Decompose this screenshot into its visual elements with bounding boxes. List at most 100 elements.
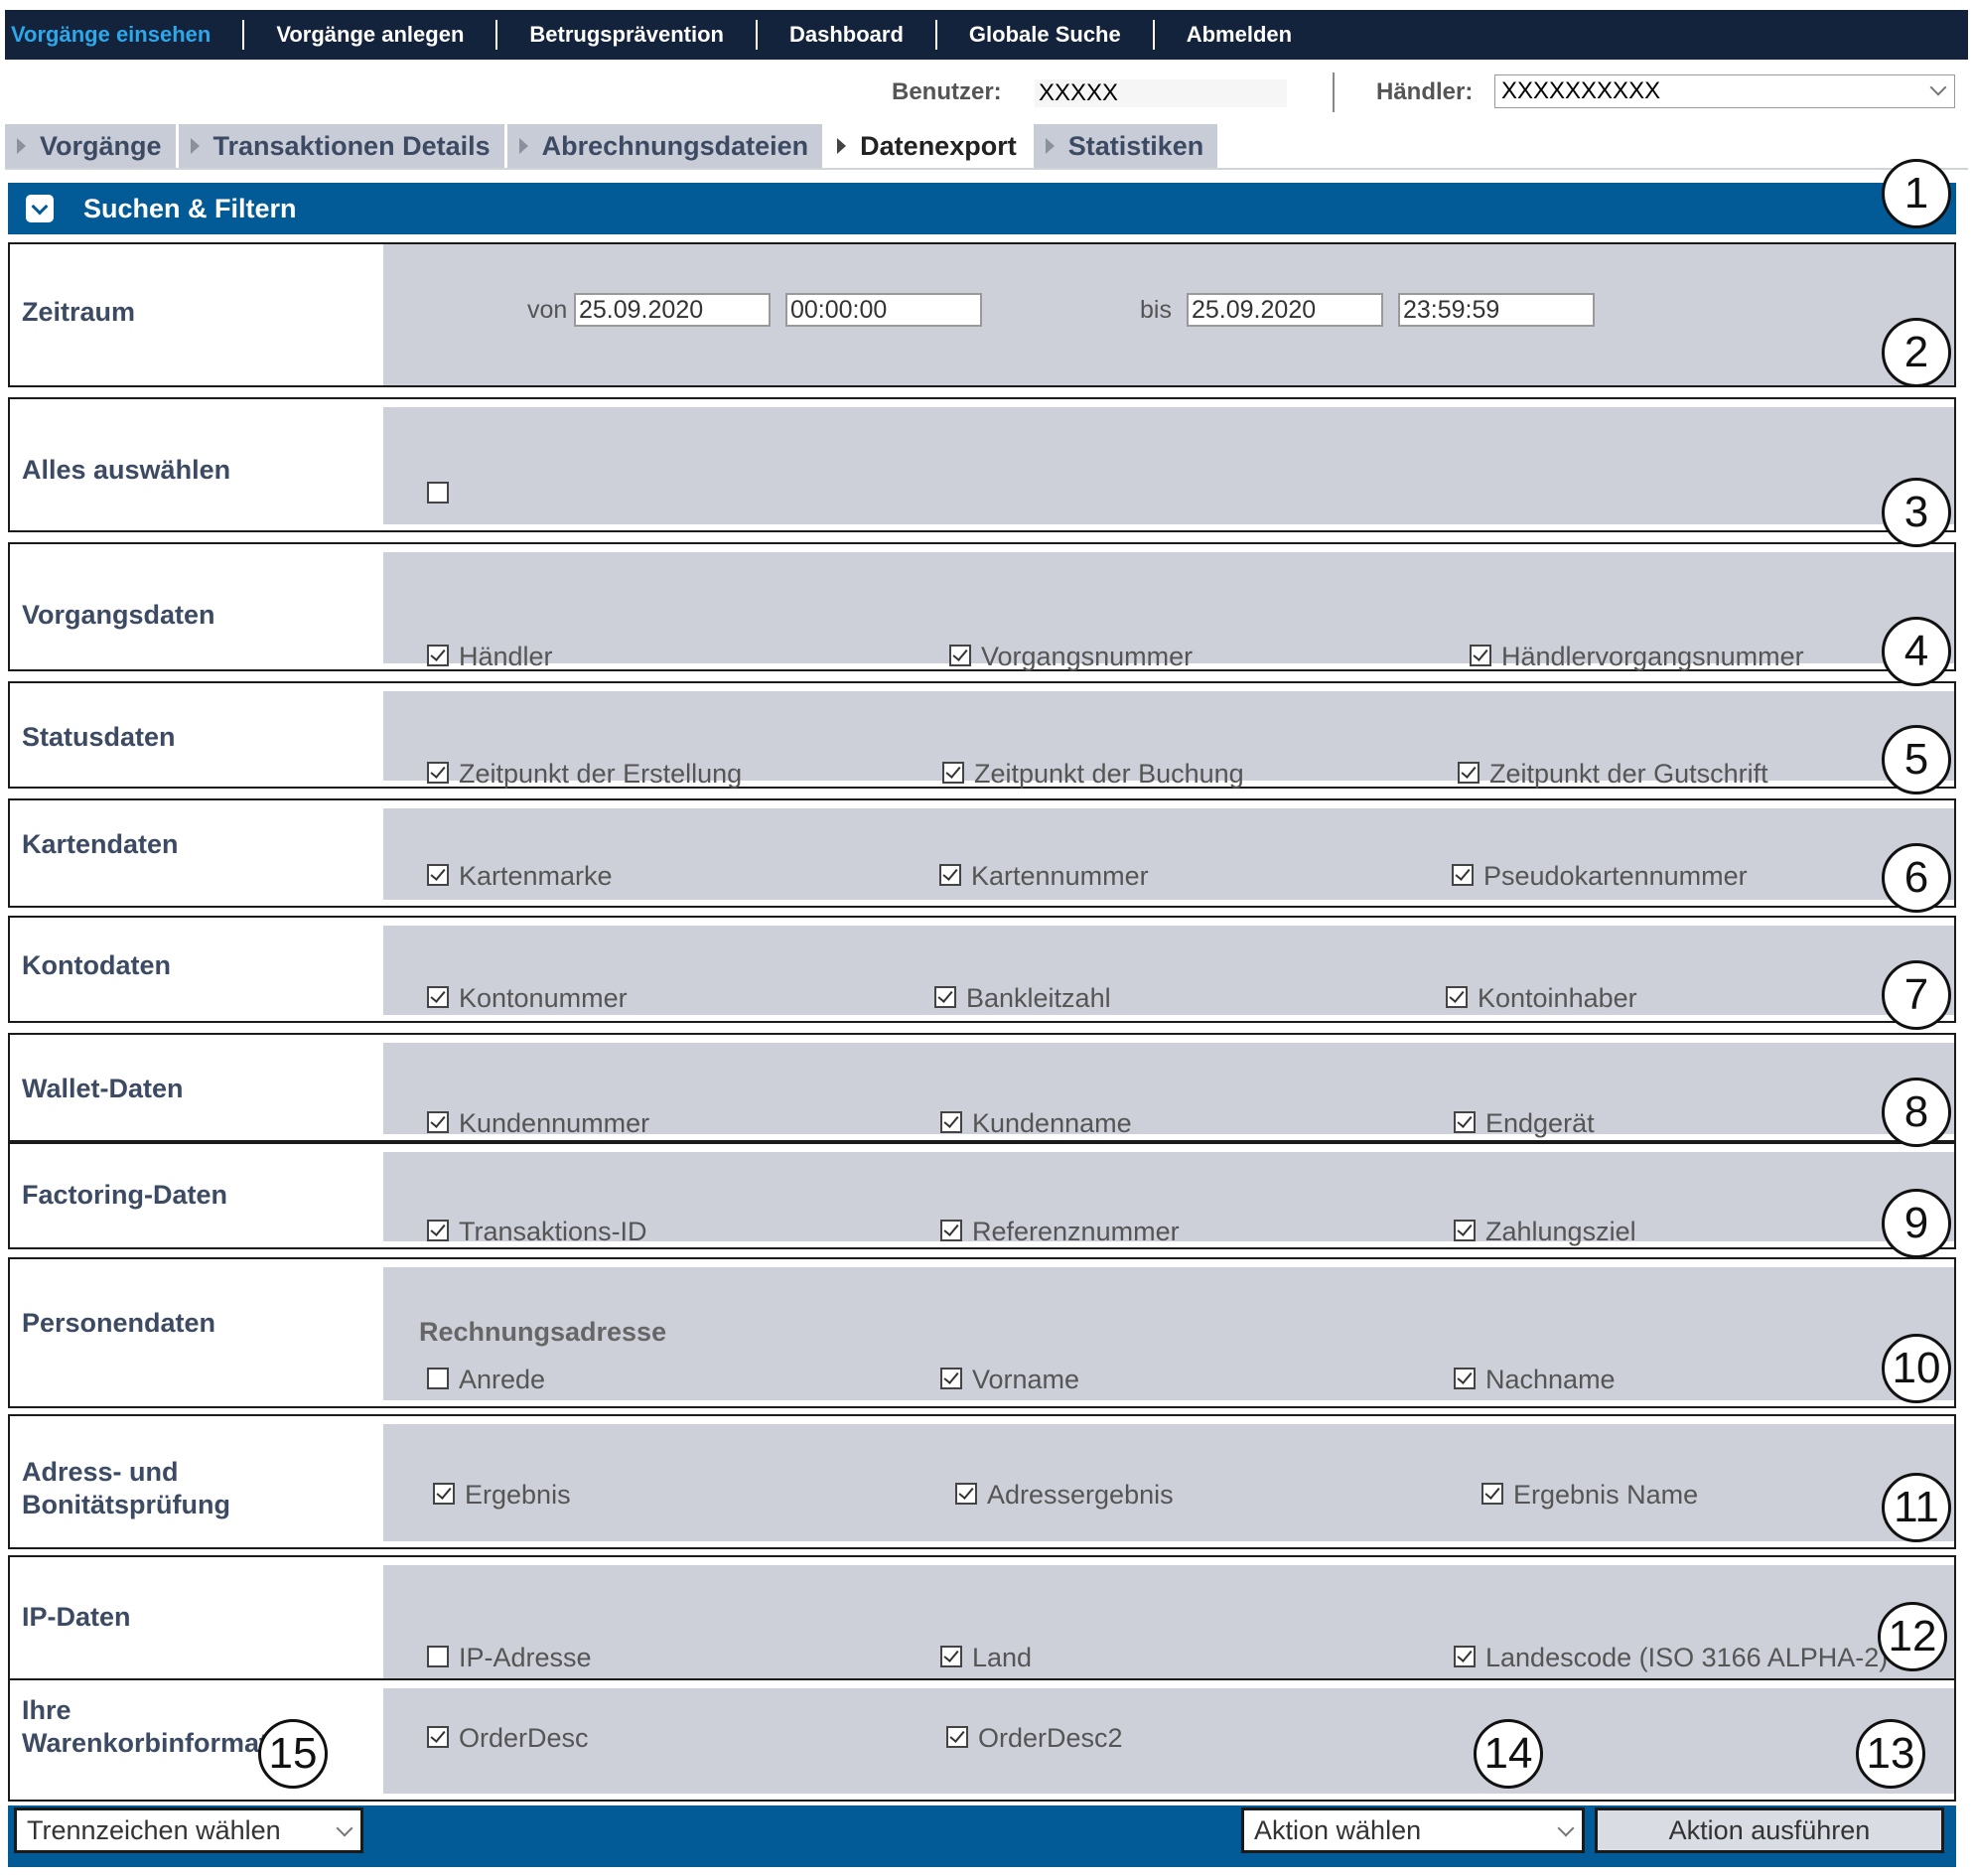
- field-checkbox[interactable]: IP-Adresse: [427, 1643, 592, 1673]
- checkbox-checked-icon[interactable]: [427, 761, 449, 784]
- tab-statistiken[interactable]: Statistiken: [1033, 124, 1218, 168]
- field-checkbox[interactable]: Endgerät: [1454, 1108, 1595, 1139]
- checkbox-checked-icon[interactable]: [955, 1482, 977, 1505]
- checkbox-checked-icon[interactable]: [427, 1219, 449, 1241]
- checkbox-checked-icon[interactable]: [427, 985, 449, 1008]
- row-label-text: Vorgangsdaten: [22, 600, 215, 630]
- checkbox-label: Zahlungsziel: [1485, 1217, 1636, 1246]
- field-checkbox[interactable]: Adressergebnis: [955, 1480, 1174, 1511]
- search-filter-header[interactable]: Suchen & Filtern: [8, 183, 1956, 234]
- checkbox-checked-icon[interactable]: [940, 1219, 962, 1241]
- checkbox-unchecked-icon[interactable]: [427, 1367, 449, 1389]
- field-checkbox[interactable]: Landescode (ISO 3166 ALPHA-2): [1454, 1643, 1888, 1673]
- field-checkbox[interactable]: Zahlungsziel: [1454, 1217, 1636, 1247]
- nav-vorgaenge-einsehen[interactable]: Vorgänge einsehen: [5, 20, 245, 50]
- checkbox-checked-icon[interactable]: [1458, 761, 1480, 784]
- row-label: Kartendaten: [10, 800, 379, 906]
- tab-vorgaenge[interactable]: Vorgänge: [5, 124, 176, 168]
- checkbox-checked-icon[interactable]: [427, 863, 449, 886]
- time-to-input[interactable]: 23:59:59: [1398, 293, 1595, 327]
- checkbox-checked-icon[interactable]: [942, 761, 964, 784]
- nav-globale-suche[interactable]: Globale Suche: [937, 20, 1155, 50]
- checkbox-label: Pseudokartennummer: [1483, 861, 1748, 891]
- field-checkbox[interactable]: OrderDesc2: [946, 1723, 1123, 1754]
- field-checkbox[interactable]: Ergebnis Name: [1481, 1480, 1698, 1511]
- checkbox-checked-icon[interactable]: [427, 1725, 449, 1748]
- checkbox-checked-icon[interactable]: [1454, 1219, 1476, 1241]
- date-from-input[interactable]: 25.09.2020: [574, 293, 771, 327]
- separator-select[interactable]: Trennzeichen wählen: [14, 1807, 363, 1853]
- checkbox-label: Kundennummer: [459, 1108, 650, 1138]
- field-checkbox[interactable]: Händler: [427, 642, 553, 672]
- checkbox-label: Landescode (ISO 3166 ALPHA-2): [1485, 1643, 1889, 1672]
- row-content: Zeitpunkt der Erstellung Zeitpunkt der Bu…: [383, 691, 1954, 789]
- checkbox-checked-icon[interactable]: [1454, 1110, 1476, 1133]
- checkbox-checked-icon[interactable]: [940, 1110, 962, 1133]
- nav-abmelden[interactable]: Abmelden: [1155, 20, 1324, 50]
- checkbox-checked-icon[interactable]: [1454, 1645, 1476, 1667]
- checkbox-checked-icon[interactable]: [427, 644, 449, 666]
- merchant-select[interactable]: XXXXXXXXXX: [1494, 74, 1955, 108]
- field-checkbox[interactable]: Kontonummer: [427, 983, 628, 1014]
- action-select[interactable]: Aktion wählen: [1241, 1807, 1585, 1853]
- field-checkbox[interactable]: Pseudokartennummer: [1452, 861, 1748, 892]
- field-checkbox[interactable]: OrderDesc: [427, 1723, 589, 1754]
- date-to-input[interactable]: 25.09.2020: [1187, 293, 1383, 327]
- field-checkbox[interactable]: Zeitpunkt der Buchung: [942, 759, 1244, 790]
- row-content: Händler Vorgangsnummer Händlervorgangsnumm…: [383, 552, 1954, 671]
- callout-number: 4: [1882, 617, 1951, 686]
- checkbox-unchecked-icon[interactable]: [427, 1645, 449, 1667]
- field-checkbox[interactable]: Kontoinhaber: [1446, 983, 1637, 1014]
- field-checkbox[interactable]: Kundenname: [940, 1108, 1132, 1139]
- field-checkbox[interactable]: Referenznummer: [940, 1217, 1180, 1247]
- field-checkbox[interactable]: Land: [940, 1643, 1032, 1673]
- select-all-checkbox[interactable]: [427, 479, 459, 509]
- checkbox-checked-icon[interactable]: [433, 1482, 455, 1505]
- checkbox-checked-icon[interactable]: [1470, 644, 1491, 666]
- field-checkbox[interactable]: Kartennummer: [939, 861, 1149, 892]
- checkbox-checked-icon[interactable]: [939, 863, 961, 886]
- tab-label: Datenexport: [860, 131, 1017, 161]
- tab-abrechnungsdateien[interactable]: Abrechnungsdateien: [506, 124, 823, 168]
- nav-dashboard[interactable]: Dashboard: [758, 20, 937, 50]
- time-from-input[interactable]: 00:00:00: [785, 293, 982, 327]
- checkbox-checked-icon[interactable]: [1454, 1367, 1476, 1389]
- checkbox-label: Bankleitzahl: [966, 983, 1111, 1013]
- field-checkbox[interactable]: Anrede: [427, 1365, 545, 1395]
- checkbox-checked-icon[interactable]: [940, 1367, 962, 1389]
- checkbox-checked-icon[interactable]: [427, 1110, 449, 1133]
- tab-transaktionen-details[interactable]: Transaktionen Details: [178, 124, 504, 168]
- tab-label: Abrechnungsdateien: [541, 131, 809, 161]
- row-label-text: Personendaten: [22, 1308, 216, 1338]
- field-checkbox[interactable]: Vorgangsnummer: [949, 642, 1193, 672]
- checkbox-label: Händler: [459, 642, 553, 671]
- nav-betrugspraevention[interactable]: Betrugsprävention: [497, 20, 758, 50]
- collapse-icon[interactable]: [26, 195, 54, 222]
- row-content: von 25.09.2020 00:00:00 bis 25.09.2020 2…: [383, 244, 1954, 385]
- execute-action-button[interactable]: Aktion ausführen: [1595, 1807, 1944, 1853]
- field-checkbox[interactable]: Zeitpunkt der Erstellung: [427, 759, 742, 790]
- checkbox-label: Ergebnis Name: [1513, 1480, 1699, 1510]
- field-checkbox[interactable]: Kartenmarke: [427, 861, 613, 892]
- nav-vorgaenge-anlegen[interactable]: Vorgänge anlegen: [244, 20, 498, 50]
- field-checkbox[interactable]: Nachname: [1454, 1365, 1616, 1395]
- checkbox-checked-icon[interactable]: [1452, 863, 1474, 886]
- checkbox-checked-icon[interactable]: [946, 1725, 968, 1748]
- tab-datenexport[interactable]: Datenexport: [825, 124, 1031, 168]
- callout-number: 2: [1882, 318, 1951, 387]
- checkbox-checked-icon[interactable]: [1446, 985, 1468, 1008]
- field-checkbox[interactable]: Zeitpunkt der Gutschrift: [1458, 759, 1768, 790]
- field-checkbox[interactable]: Händlervorgangsnummer: [1470, 642, 1804, 672]
- row-label-text: Kartendaten: [22, 829, 179, 859]
- checkbox-checked-icon[interactable]: [949, 644, 971, 666]
- triangle-right-icon: [1045, 137, 1055, 154]
- field-checkbox[interactable]: Transaktions-ID: [427, 1217, 647, 1247]
- checkbox-checked-icon[interactable]: [934, 985, 956, 1008]
- action-select-value: Aktion wählen: [1254, 1815, 1422, 1845]
- checkbox-checked-icon[interactable]: [1481, 1482, 1503, 1505]
- field-checkbox[interactable]: Bankleitzahl: [934, 983, 1111, 1014]
- field-checkbox[interactable]: Kundennummer: [427, 1108, 649, 1139]
- field-checkbox[interactable]: Vorname: [940, 1365, 1079, 1395]
- checkbox-checked-icon[interactable]: [940, 1645, 962, 1667]
- field-checkbox[interactable]: Ergebnis: [433, 1480, 571, 1511]
